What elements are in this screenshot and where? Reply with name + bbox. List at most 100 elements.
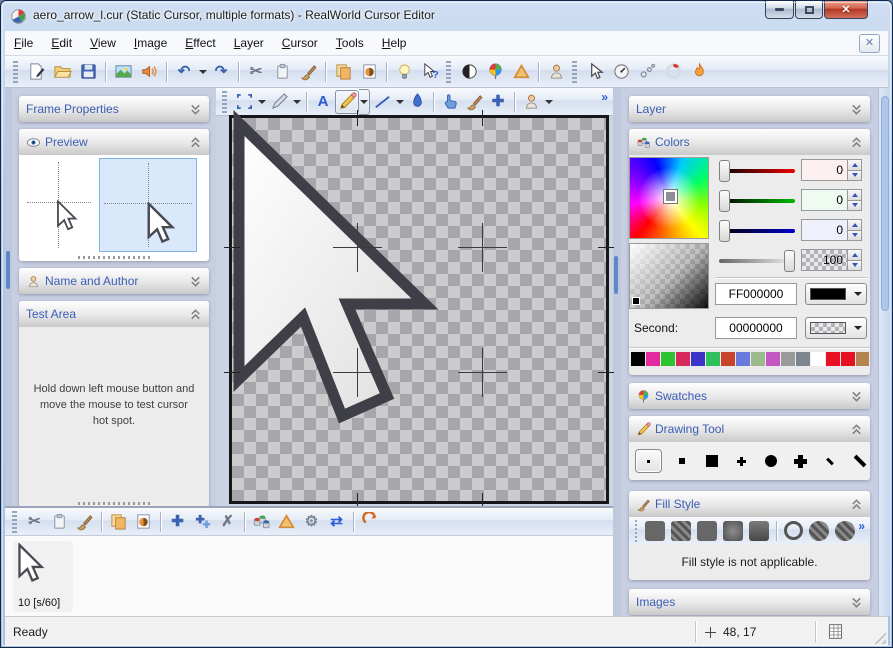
color-swatch[interactable] <box>676 352 690 366</box>
chevron-up-icon[interactable] <box>850 498 863 511</box>
add-frames-button[interactable] <box>190 509 215 534</box>
red-slider[interactable] <box>719 159 795 183</box>
hue-saturation-field[interactable] <box>629 157 709 239</box>
grid-view-icon[interactable] <box>827 622 844 641</box>
timing-gauge-button[interactable] <box>608 59 634 85</box>
duplicate-frame-button[interactable] <box>106 509 131 534</box>
layer-header[interactable]: Layer <box>629 96 870 122</box>
delete-frame-button[interactable]: ✗ <box>215 509 240 534</box>
color-swatch[interactable] <box>736 352 750 366</box>
frame-gamma-button[interactable] <box>274 509 299 534</box>
color-swatch[interactable] <box>706 352 720 366</box>
person-dropdown-button[interactable] <box>543 89 554 115</box>
primary-color-hex-input[interactable] <box>715 283 797 305</box>
pencil-dropdown-button[interactable] <box>359 89 370 115</box>
color-swatch[interactable] <box>721 352 735 366</box>
adjust-frame-button[interactable] <box>131 509 156 534</box>
select-rect-dropdown-button[interactable] <box>256 89 267 115</box>
color-wheel-button[interactable] <box>482 59 508 85</box>
menu-file[interactable]: File <box>5 36 42 50</box>
alpha-value-input[interactable] <box>801 249 847 271</box>
menu-layer[interactable]: Layer <box>225 36 273 50</box>
menu-cursor[interactable]: Cursor <box>273 36 327 50</box>
blue-down-button[interactable] <box>847 231 862 242</box>
window-resize-grip[interactable] <box>873 631 886 644</box>
test-cursor-button[interactable] <box>391 59 417 85</box>
green-thumb[interactable] <box>719 190 730 212</box>
text-tool-button[interactable]: A <box>311 90 335 114</box>
frame-thumbnail[interactable]: 10 [s/60] <box>13 541 73 612</box>
red-down-button[interactable] <box>847 171 862 182</box>
brush-tip-diag-l[interactable] <box>850 451 870 471</box>
brush-tip-sq-s[interactable] <box>672 451 692 471</box>
hotspot-tool-button[interactable]: ✚ <box>486 90 510 114</box>
brush-tip-plus-s[interactable] <box>731 451 751 471</box>
brush-tip-plus-l[interactable] <box>791 451 811 471</box>
red-track[interactable] <box>719 169 795 173</box>
format-brush-button[interactable] <box>295 59 321 85</box>
red-value-input[interactable] <box>801 159 847 181</box>
color-swatch[interactable] <box>661 352 675 366</box>
cut-frame-button[interactable]: ✂ <box>22 509 47 534</box>
blue-slider[interactable] <box>719 219 795 243</box>
person-tool-button[interactable] <box>519 90 543 114</box>
red-up-button[interactable] <box>847 159 862 171</box>
gamma-button[interactable] <box>508 59 534 85</box>
green-value-input[interactable] <box>801 189 847 211</box>
alpha-slider[interactable] <box>719 249 795 273</box>
images-header[interactable]: Images <box>629 589 870 615</box>
chevron-down-icon[interactable] <box>189 103 202 116</box>
picker-pen-dropdown-button[interactable] <box>291 89 302 115</box>
name-author-header[interactable]: Name and Author <box>19 268 209 294</box>
duplicate-image-button[interactable] <box>330 59 356 85</box>
select-rect-tool-button[interactable] <box>232 90 256 114</box>
splitter-grip[interactable] <box>6 251 10 289</box>
color-swatch[interactable] <box>631 352 645 366</box>
color-swatch[interactable] <box>856 352 869 366</box>
right-panel-scrollbar[interactable] <box>878 88 890 616</box>
resize-grip[interactable] <box>78 502 150 505</box>
paste-frame-button[interactable] <box>47 509 72 534</box>
fill-style-sq-solid-button[interactable] <box>645 521 665 541</box>
preview-thumbnail-large[interactable] <box>99 158 197 252</box>
test-area-header[interactable]: Test Area <box>19 301 209 327</box>
menu-effect[interactable]: Effect <box>176 36 224 50</box>
luminance-field[interactable] <box>629 243 709 309</box>
open-file-button[interactable] <box>49 59 75 85</box>
fill-style-circ-hatch-button[interactable] <box>835 521 855 541</box>
adjust-image-button[interactable] <box>356 59 382 85</box>
blue-thumb[interactable] <box>719 220 730 242</box>
maximize-button[interactable] <box>795 1 823 19</box>
brush-tip-sq-l[interactable] <box>702 451 722 471</box>
bubbles-effect-button[interactable] <box>634 59 660 85</box>
chevron-up-icon[interactable] <box>189 308 202 321</box>
red-thumb[interactable] <box>719 160 730 182</box>
line-tool-button[interactable] <box>370 90 394 114</box>
alpha-thumb[interactable] <box>784 250 795 272</box>
pencil-tool-button[interactable] <box>335 90 359 114</box>
primary-color-dropdown[interactable] <box>805 283 867 305</box>
editing-canvas[interactable] <box>229 115 609 504</box>
scrollbar-thumb[interactable] <box>881 96 889 311</box>
color-swatch[interactable] <box>811 352 825 366</box>
splitter-grip[interactable] <box>614 256 618 294</box>
chevron-up-icon[interactable] <box>850 423 863 436</box>
color-swatch[interactable] <box>646 352 660 366</box>
paste-button[interactable] <box>269 59 295 85</box>
color-swatch[interactable] <box>766 352 780 366</box>
color-swatch[interactable] <box>751 352 765 366</box>
brush-tip-dot[interactable] <box>635 449 662 473</box>
chevron-down-icon[interactable] <box>850 596 863 609</box>
alpha-down-button[interactable] <box>847 261 862 272</box>
preview-header[interactable]: Preview <box>19 129 209 155</box>
rotate-frame-button[interactable] <box>358 509 383 534</box>
brush-tool-button[interactable] <box>462 90 486 114</box>
context-help-button[interactable] <box>417 59 443 85</box>
color-swatch[interactable] <box>796 352 810 366</box>
redo-button[interactable]: ↷ <box>208 59 234 85</box>
picker-pen-tool-button[interactable] <box>267 90 291 114</box>
menu-edit[interactable]: Edit <box>42 36 81 50</box>
brush-tip-circ[interactable] <box>761 451 781 471</box>
chevron-up-icon[interactable] <box>850 136 863 149</box>
preview-thumbnail-small[interactable] <box>23 158 95 252</box>
